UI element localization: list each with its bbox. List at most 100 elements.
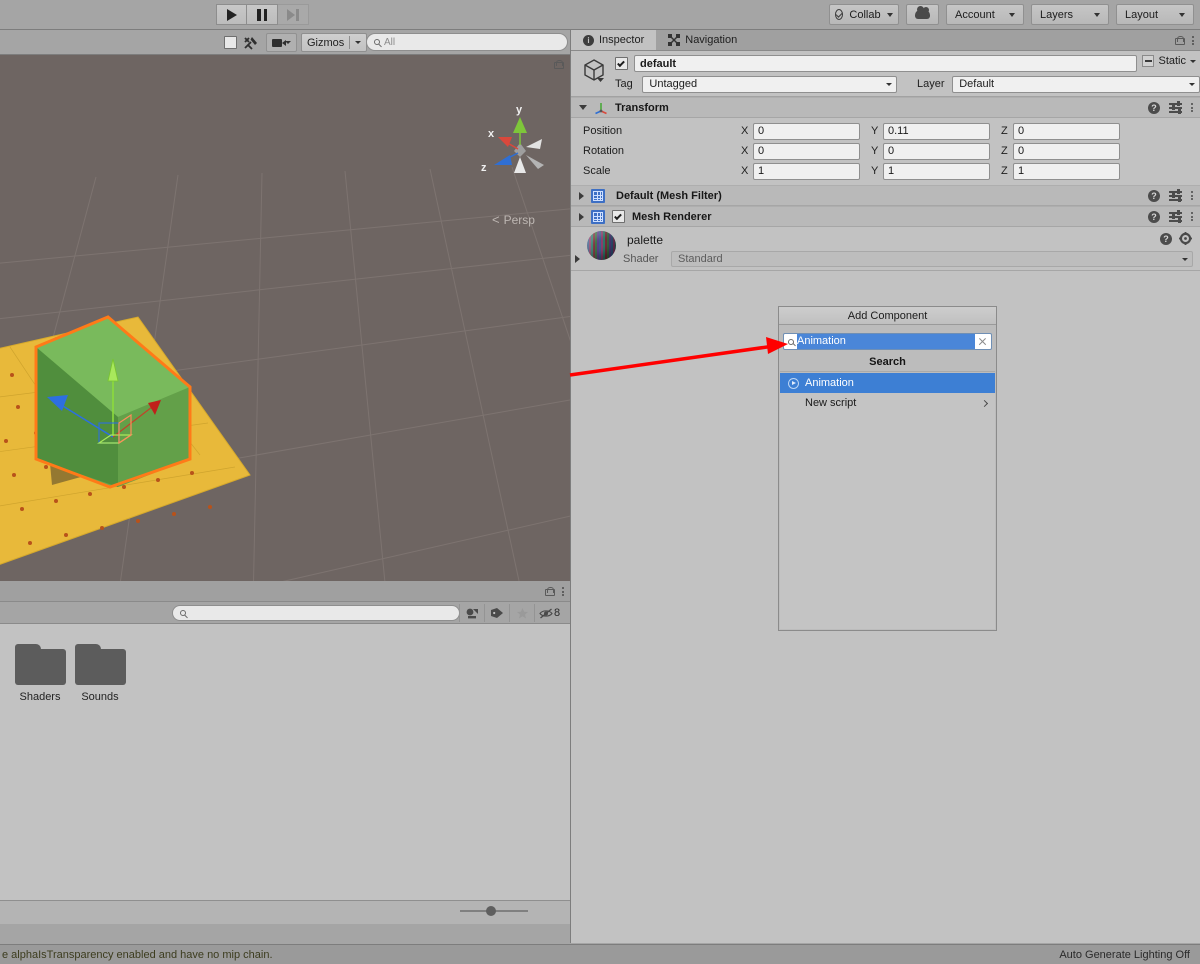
cloud-button[interactable] bbox=[906, 4, 939, 25]
position-x-input[interactable]: 0 bbox=[753, 122, 860, 140]
hidden-items-toggle[interactable]: 8 bbox=[534, 604, 564, 622]
help-icon[interactable]: ? bbox=[1148, 189, 1160, 202]
component-menu-icon[interactable] bbox=[1191, 103, 1193, 112]
chevron-down-icon bbox=[1179, 12, 1185, 17]
scene-view-toolbar: Gizmos All bbox=[0, 30, 570, 55]
scene-orientation-gizmo[interactable]: y x z bbox=[480, 95, 560, 185]
chevron-down-icon bbox=[886, 82, 893, 86]
status-bar[interactable]: e alphaIsTransparency enabled and have n… bbox=[0, 944, 1200, 964]
scene-camera-dropdown[interactable] bbox=[266, 33, 297, 52]
scale-z-input[interactable]: 1 bbox=[1013, 162, 1120, 180]
perspective-toggle[interactable]: < Persp bbox=[492, 212, 535, 227]
transform-component-header[interactable]: Transform ? bbox=[571, 97, 1200, 118]
project-content-grid[interactable]: Shaders Sounds bbox=[0, 624, 570, 900]
gameobject-name-input[interactable]: default bbox=[634, 55, 1137, 72]
scene-effects-button[interactable] bbox=[241, 33, 261, 52]
rotation-z-input[interactable]: 0 bbox=[1013, 142, 1120, 160]
item-label: New script bbox=[805, 397, 857, 409]
add-component-item-new-script[interactable]: New script bbox=[780, 393, 995, 413]
mesh-renderer-enabled-checkbox[interactable] bbox=[612, 210, 625, 223]
account-button[interactable]: Account bbox=[946, 4, 1024, 25]
component-menu-icon[interactable] bbox=[1191, 212, 1193, 221]
shader-dropdown[interactable]: Standard bbox=[671, 251, 1193, 267]
layer-dropdown[interactable]: Default bbox=[952, 75, 1200, 93]
gizmos-dropdown[interactable]: Gizmos bbox=[301, 33, 368, 52]
step-button[interactable] bbox=[278, 4, 309, 25]
eye-hidden-icon bbox=[539, 607, 553, 619]
project-toolbar: 8 bbox=[0, 602, 570, 624]
divider bbox=[349, 36, 351, 49]
tab-inspector[interactable]: i Inspector bbox=[571, 30, 657, 50]
layout-button[interactable]: Layout bbox=[1116, 4, 1194, 25]
static-toggle[interactable]: Static bbox=[1142, 55, 1196, 67]
chevron-down-icon bbox=[1009, 12, 1015, 17]
add-component-button[interactable]: Add Component bbox=[779, 307, 996, 325]
filter-by-label-button[interactable] bbox=[484, 604, 509, 622]
position-y-input[interactable]: 0.11 bbox=[883, 122, 990, 140]
material-preview[interactable] bbox=[587, 231, 616, 260]
scene-lock-icon[interactable] bbox=[554, 60, 564, 69]
project-item-sounds[interactable]: Sounds bbox=[60, 644, 140, 703]
position-z-value: 0 bbox=[1018, 125, 1025, 137]
chevron-down-icon[interactable] bbox=[1190, 59, 1196, 63]
scene-toggle-checkbox[interactable] bbox=[224, 36, 237, 49]
scale-x-input[interactable]: 1 bbox=[753, 162, 860, 180]
filter-by-type-button[interactable] bbox=[459, 604, 484, 622]
chevron-right-icon[interactable] bbox=[579, 212, 584, 221]
add-component-search-input[interactable]: Animation bbox=[783, 333, 992, 350]
clear-icon[interactable] bbox=[978, 337, 987, 346]
mesh-filter-component-header[interactable]: Default (Mesh Filter) ? bbox=[571, 185, 1200, 206]
layer-label: Layer bbox=[917, 78, 945, 90]
row-label: Position bbox=[583, 125, 623, 137]
help-icon[interactable]: ? bbox=[1160, 232, 1172, 245]
static-checkbox[interactable] bbox=[1142, 55, 1155, 67]
rotation-y-input[interactable]: 0 bbox=[883, 142, 990, 160]
add-component-item-animation[interactable]: Animation bbox=[780, 373, 995, 393]
position-z-input[interactable]: 0 bbox=[1013, 122, 1120, 140]
panel-menu-icon[interactable] bbox=[1192, 36, 1194, 45]
add-component-results-list: Animation New script bbox=[780, 373, 995, 629]
slider-knob[interactable] bbox=[486, 906, 496, 916]
tab-navigation[interactable]: Navigation bbox=[656, 30, 749, 50]
pause-button[interactable] bbox=[247, 4, 278, 25]
layers-button[interactable]: Layers bbox=[1031, 4, 1109, 25]
gear-icon[interactable] bbox=[1179, 232, 1192, 245]
lock-icon[interactable] bbox=[1175, 36, 1185, 45]
favorites-button[interactable] bbox=[509, 604, 534, 622]
play-button[interactable] bbox=[216, 4, 247, 25]
scale-y-input[interactable]: 1 bbox=[883, 162, 990, 180]
rotation-x-input[interactable]: 0 bbox=[753, 142, 860, 160]
chevron-right-icon[interactable] bbox=[579, 191, 584, 200]
lock-icon[interactable] bbox=[545, 587, 555, 596]
scene-viewport[interactable]: y x z < Persp bbox=[0, 55, 570, 611]
gameobject-enabled-checkbox[interactable] bbox=[615, 57, 628, 70]
preset-icon[interactable] bbox=[1169, 210, 1182, 223]
help-icon[interactable]: ? bbox=[1148, 210, 1160, 223]
gizmo-x-label: x bbox=[488, 128, 495, 140]
help-icon[interactable]: ? bbox=[1148, 101, 1160, 114]
mesh-renderer-component-header[interactable]: Mesh Renderer ? bbox=[571, 206, 1200, 227]
axis-y-label: Y bbox=[871, 125, 879, 137]
chevron-right-icon[interactable] bbox=[575, 255, 580, 263]
project-filters: 8 bbox=[459, 604, 564, 622]
chevron-down-icon bbox=[1182, 257, 1188, 261]
main-toolbar: Collab Account Layers Layout bbox=[0, 0, 1200, 30]
scene-search-input[interactable]: All bbox=[366, 33, 568, 51]
mesh-renderer-icon bbox=[591, 209, 605, 224]
component-menu-icon[interactable] bbox=[1191, 191, 1193, 200]
tag-dropdown[interactable]: Untagged bbox=[642, 75, 898, 93]
gizmo-y-label: y bbox=[516, 104, 523, 116]
chevron-down-icon[interactable] bbox=[579, 105, 587, 110]
panel-menu-icon[interactable] bbox=[562, 587, 564, 596]
position-y-value: 0.11 bbox=[888, 125, 909, 137]
preset-icon[interactable] bbox=[1169, 189, 1182, 202]
project-search-input[interactable] bbox=[172, 605, 460, 621]
chevron-left-icon: < bbox=[492, 212, 500, 227]
preset-icon[interactable] bbox=[1169, 101, 1182, 114]
collab-button[interactable]: Collab bbox=[829, 4, 899, 25]
scene-search-placeholder: All bbox=[384, 36, 396, 48]
camera-icon bbox=[272, 38, 286, 47]
project-tabbar bbox=[0, 581, 570, 602]
play-icon bbox=[226, 8, 237, 21]
thumbnail-size-slider[interactable] bbox=[460, 906, 528, 916]
